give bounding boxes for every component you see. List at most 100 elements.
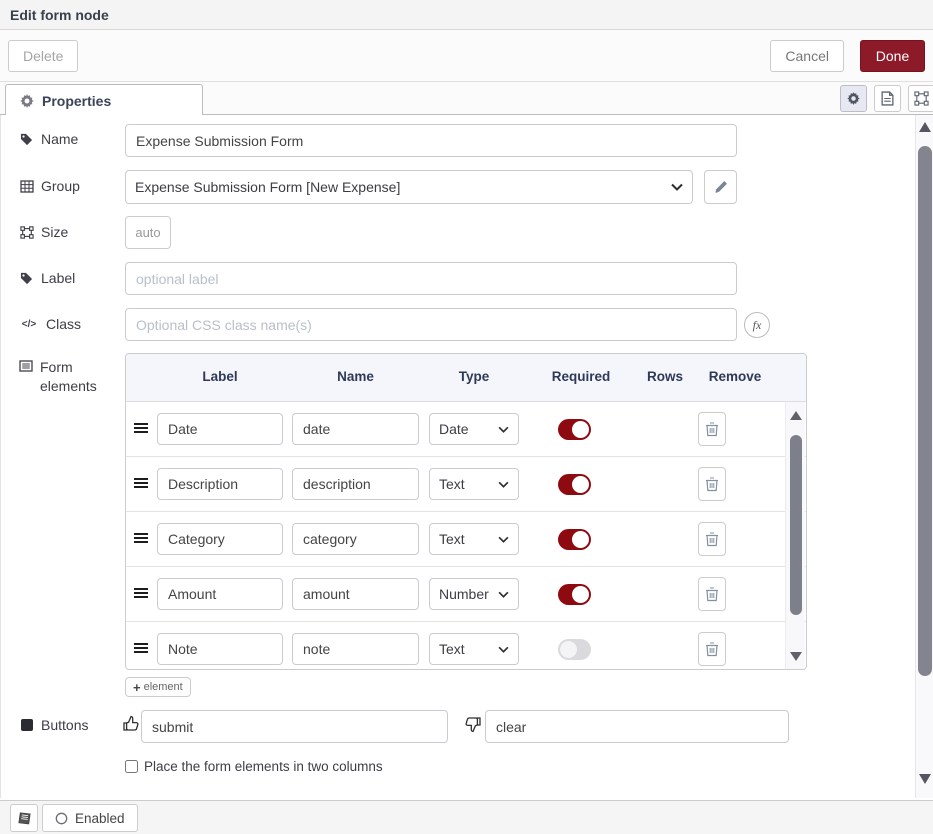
element-label-input[interactable]	[157, 468, 283, 500]
element-name-input[interactable]	[292, 578, 419, 610]
tab-bar: Properties	[0, 82, 933, 115]
scroll-down-icon[interactable]	[790, 652, 802, 661]
two-columns-checkbox[interactable]	[125, 760, 138, 773]
tab-button-description[interactable]	[874, 85, 901, 112]
element-label-input[interactable]	[157, 633, 283, 665]
properties-panel: Name Group Expense Submission Form [New …	[0, 115, 933, 798]
element-label-input[interactable]	[157, 413, 283, 445]
remove-element-button[interactable]	[698, 467, 726, 501]
chevron-down-icon	[498, 426, 509, 433]
delete-button[interactable]: Delete	[8, 40, 78, 72]
col-header-name: Name	[292, 369, 419, 384]
element-name-input[interactable]	[292, 523, 419, 555]
element-type-select[interactable]: Date	[429, 413, 519, 445]
scroll-up-icon[interactable]	[790, 411, 802, 420]
edit-form-node-dialog: Edit form node Delete Cancel Done Proper…	[0, 0, 933, 834]
col-header-remove: Remove	[700, 369, 770, 384]
tab-properties-label: Properties	[42, 93, 111, 109]
drag-handle-icon[interactable]	[134, 588, 148, 600]
table-scrollbar[interactable]	[785, 402, 805, 670]
element-name-input[interactable]	[292, 413, 419, 445]
dialog-toolbar: Delete Cancel Done	[0, 30, 933, 82]
drag-handle-icon[interactable]	[134, 533, 148, 545]
panel-scrollbar[interactable]	[915, 115, 933, 798]
two-columns-option: Place the form elements in two columns	[125, 759, 383, 774]
label-input[interactable]	[125, 262, 737, 295]
panel-scrollbar-thumb[interactable]	[918, 146, 932, 676]
dialog-header: Edit form node	[0, 0, 933, 30]
drag-handle-icon[interactable]	[134, 423, 148, 435]
plus-icon: +	[133, 680, 141, 695]
object-frame-icon	[914, 91, 929, 106]
table-scrollbar-thumb[interactable]	[790, 435, 802, 615]
enabled-label: Enabled	[75, 811, 125, 826]
done-button[interactable]: Done	[860, 40, 925, 72]
remove-element-button[interactable]	[698, 412, 726, 446]
required-toggle[interactable]	[558, 584, 591, 605]
trash-icon	[705, 476, 719, 492]
tab-properties[interactable]: Properties	[5, 84, 203, 116]
required-toggle[interactable]	[558, 474, 591, 495]
element-name-input[interactable]	[292, 633, 419, 665]
tag-icon	[19, 133, 34, 146]
class-expression-button[interactable]: fx	[744, 312, 770, 338]
col-header-rows: Rows	[635, 369, 695, 384]
element-label-input[interactable]	[157, 523, 283, 555]
two-columns-label: Place the form elements in two columns	[144, 759, 383, 774]
label-label: Label	[19, 270, 75, 286]
name-label: Name	[19, 131, 78, 147]
edit-group-button[interactable]	[704, 170, 737, 204]
drag-handle-icon[interactable]	[134, 643, 148, 655]
element-type-select[interactable]: Text	[429, 633, 519, 665]
tab-button-appearance[interactable]	[908, 85, 933, 112]
circle-icon	[55, 812, 68, 825]
group-select[interactable]: Expense Submission Form [New Expense]	[125, 170, 693, 204]
remove-element-button[interactable]	[698, 577, 726, 611]
code-icon: </>	[19, 319, 39, 330]
node-help-button[interactable]	[10, 804, 38, 832]
class-label: </> Class	[19, 316, 81, 332]
size-auto-button[interactable]: auto	[125, 216, 171, 249]
gear-icon	[19, 94, 34, 108]
list-icon	[19, 360, 33, 372]
tab-button-properties[interactable]	[840, 85, 867, 112]
element-type-select[interactable]: Text	[429, 468, 519, 500]
thumbs-up-icon	[123, 715, 139, 732]
clear-button-text-input[interactable]	[485, 710, 789, 743]
remove-element-button[interactable]	[698, 632, 726, 666]
chevron-down-icon	[498, 481, 509, 488]
class-input[interactable]	[125, 308, 737, 341]
book-icon	[17, 812, 32, 825]
table-icon	[19, 180, 34, 193]
name-input[interactable]	[125, 124, 737, 157]
element-type-select[interactable]: Number	[429, 578, 519, 610]
cancel-button[interactable]: Cancel	[770, 40, 844, 72]
size-label: Size	[19, 224, 68, 240]
chevron-down-icon	[671, 183, 683, 191]
scroll-up-icon[interactable]	[919, 122, 931, 132]
chevron-down-icon	[498, 646, 509, 653]
col-header-type: Type	[429, 369, 519, 384]
trash-icon	[705, 531, 719, 547]
element-name-input[interactable]	[292, 468, 419, 500]
submit-button-text-input[interactable]	[141, 710, 448, 743]
drag-handle-icon[interactable]	[134, 478, 148, 490]
trash-icon	[705, 641, 719, 657]
form-element-row: Text	[126, 457, 806, 512]
required-toggle[interactable]	[558, 419, 591, 440]
scroll-down-icon[interactable]	[919, 774, 931, 784]
trash-icon	[705, 421, 719, 437]
tag-icon	[19, 272, 34, 285]
node-enabled-toggle[interactable]: Enabled	[42, 804, 138, 832]
dialog-title: Edit form node	[10, 7, 109, 23]
required-toggle[interactable]	[558, 639, 591, 660]
required-toggle[interactable]	[558, 529, 591, 550]
trash-icon	[705, 586, 719, 602]
element-label-input[interactable]	[157, 578, 283, 610]
add-element-button[interactable]: + element	[125, 677, 191, 697]
element-type-select[interactable]: Text	[429, 523, 519, 555]
form-elements-table: Label Name Type Required Rows Remove Dat…	[125, 353, 807, 670]
form-element-row: Number	[126, 567, 806, 622]
remove-element-button[interactable]	[698, 522, 726, 556]
gear-icon	[847, 92, 860, 105]
